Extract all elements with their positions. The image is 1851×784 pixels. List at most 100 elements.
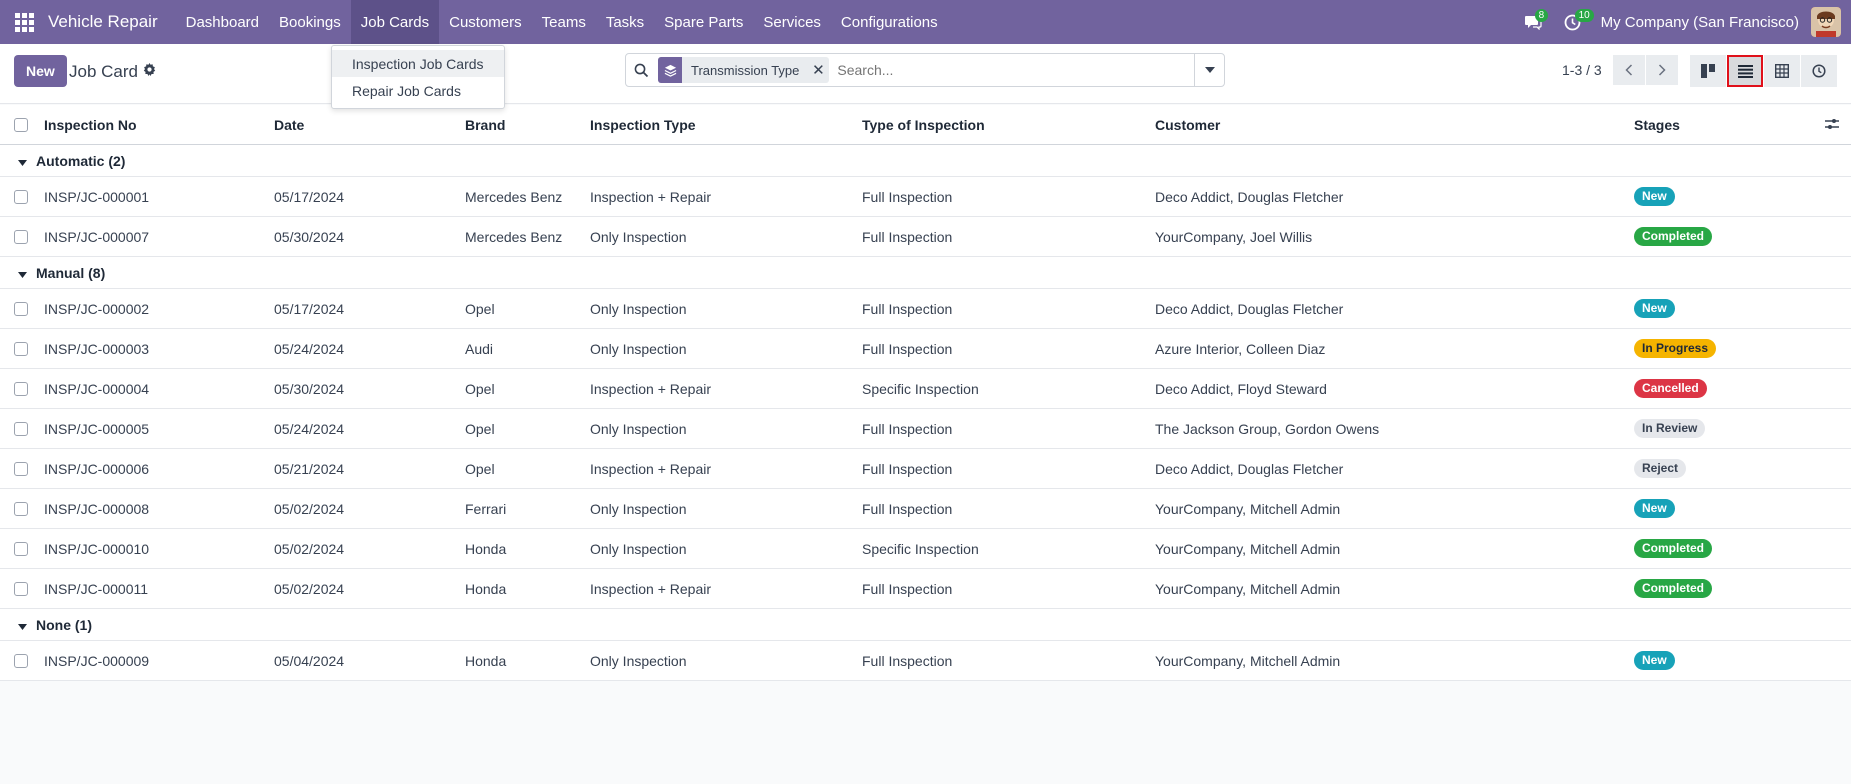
apps-menu-icon[interactable] [0,0,48,44]
cell-brand: Ferrari [465,500,507,517]
group-row[interactable]: None (1) [0,609,1851,641]
search-options-toggle[interactable] [1194,54,1224,86]
row-checkbox[interactable] [14,501,28,516]
menu-job-cards[interactable]: Job Cards [350,0,440,44]
cell-customer: Deco Addict, Floyd Steward [1155,380,1327,397]
column-header-date[interactable]: Date [274,117,304,133]
group-row[interactable]: Manual (8) [0,257,1851,289]
activity-view-button[interactable] [1801,55,1837,87]
group-row[interactable]: Automatic (2) [0,145,1851,177]
cell-type-of-inspection: Full Inspection [862,500,953,517]
cell-inspection-type: Inspection + Repair [590,460,712,477]
table-row[interactable]: INSP/JC-000005 05/24/2024 Opel Only Inspect… [0,409,1851,449]
menu-bookings[interactable]: Bookings [269,0,351,44]
new-button[interactable]: New [14,55,67,87]
control-panel: New Job Card Transmission Type ✕ 1-3 / 3 [0,44,1851,104]
status-badge: New [1634,299,1675,318]
pivot-view-button[interactable] [1764,55,1800,87]
menu-item-repair-job-cards[interactable]: Repair Job Cards [332,77,504,104]
cell-date: 05/17/2024 [274,300,345,317]
cell-inspection-no: INSP/JC-000009 [44,652,150,669]
table-row[interactable]: INSP/JC-000011 05/02/2024 Honda Inspection … [0,569,1851,609]
table-row[interactable]: INSP/JC-000003 05/24/2024 Audi Only Inspect… [0,329,1851,369]
cell-inspection-no: INSP/JC-000005 [44,420,150,437]
caret-down-icon [1204,67,1215,73]
list-view-button[interactable] [1727,55,1763,87]
row-checkbox[interactable] [14,541,28,556]
messages-count-badge: 8 [1534,9,1549,22]
column-header-inspection-type[interactable]: Inspection Type [590,117,696,133]
optional-columns-icon[interactable] [1825,117,1839,133]
status-badge: Reject [1634,459,1687,478]
column-header-brand[interactable]: Brand [465,117,505,133]
column-header-inspection-no[interactable]: Inspection No [44,117,137,133]
pager-previous-button[interactable] [1613,55,1645,85]
cell-brand: Opel [465,460,495,477]
cell-type-of-inspection: Full Inspection [862,580,953,597]
status-badge: New [1634,187,1675,206]
facet-remove-icon[interactable]: ✕ [807,61,829,79]
menu-item-inspection-job-cards[interactable]: Inspection Job Cards [332,50,504,77]
row-checkbox[interactable] [14,341,28,356]
pager-next-button[interactable] [1646,55,1678,85]
menu-services[interactable]: Services [753,0,831,44]
table-row[interactable]: INSP/JC-000009 05/04/2024 Honda Only Inspec… [0,641,1851,681]
cell-date: 05/02/2024 [274,500,345,517]
cell-type-of-inspection: Full Inspection [862,340,953,357]
cell-inspection-type: Only Inspection [590,300,687,317]
row-checkbox[interactable] [14,461,28,476]
cell-inspection-no: INSP/JC-000002 [44,300,150,317]
search-icon [626,63,656,78]
select-all-checkbox[interactable] [14,117,28,132]
table-row[interactable]: INSP/JC-000006 05/21/2024 Opel Inspection +… [0,449,1851,489]
cell-date: 05/02/2024 [274,580,345,597]
app-name[interactable]: Vehicle Repair [48,12,158,32]
table-row[interactable]: INSP/JC-000010 05/02/2024 Honda Only Inspec… [0,529,1851,569]
status-badge: Cancelled [1634,379,1707,398]
status-badge: New [1634,651,1675,670]
table-row[interactable]: INSP/JC-000008 05/02/2024 Ferrari Only Insp… [0,489,1851,529]
status-badge: In Progress [1634,339,1717,358]
kanban-view-button[interactable] [1690,55,1726,87]
cell-customer: YourCompany, Mitchell Admin [1155,500,1341,517]
cell-type-of-inspection: Full Inspection [862,300,953,317]
menu-tasks[interactable]: Tasks [596,0,654,44]
menu-teams[interactable]: Teams [532,0,596,44]
user-avatar[interactable] [1811,7,1841,37]
column-header-stages[interactable]: Stages [1634,117,1680,133]
cell-customer: YourCompany, Joel Willis [1155,228,1313,245]
company-switcher[interactable]: My Company (San Francisco) [1601,14,1799,31]
messages-button[interactable]: 8 [1513,0,1553,44]
group-label: Automatic (2) [36,152,126,169]
table-row[interactable]: INSP/JC-000004 05/30/2024 Opel Inspection +… [0,369,1851,409]
cell-inspection-no: INSP/JC-000008 [44,500,150,517]
cell-customer: YourCompany, Mitchell Admin [1155,580,1341,597]
row-checkbox[interactable] [14,381,28,396]
column-header-type-of-inspection[interactable]: Type of Inspection [862,117,985,133]
gear-icon[interactable] [143,63,156,79]
cell-customer: Deco Addict, Douglas Fletcher [1155,188,1344,205]
row-checkbox[interactable] [14,653,28,668]
menu-spare-parts[interactable]: Spare Parts [654,0,753,44]
table-row[interactable]: INSP/JC-000001 05/17/2024 Mercedes Benz Ins… [0,177,1851,217]
cell-date: 05/02/2024 [274,540,345,557]
activities-button[interactable]: 10 [1553,0,1594,44]
column-header-customer[interactable]: Customer [1155,117,1220,133]
cell-type-of-inspection: Specific Inspection [862,540,979,557]
menu-customers[interactable]: Customers [439,0,532,44]
menu-configurations[interactable]: Configurations [831,0,948,44]
row-checkbox[interactable] [14,189,28,204]
table-row[interactable]: INSP/JC-000007 05/30/2024 Mercedes Benz Onl… [0,217,1851,257]
status-badge: In Review [1634,419,1706,438]
search-input[interactable] [837,62,1194,78]
row-checkbox[interactable] [14,301,28,316]
kanban-icon [1701,64,1715,78]
row-checkbox[interactable] [14,229,28,244]
cell-type-of-inspection: Full Inspection [862,460,953,477]
cell-brand: Mercedes Benz [465,188,563,205]
row-checkbox[interactable] [14,581,28,596]
menu-dashboard[interactable]: Dashboard [176,0,269,44]
pager-value[interactable]: 1-3 / 3 [1562,62,1602,78]
table-row[interactable]: INSP/JC-000002 05/17/2024 Opel Only Inspect… [0,289,1851,329]
row-checkbox[interactable] [14,421,28,436]
